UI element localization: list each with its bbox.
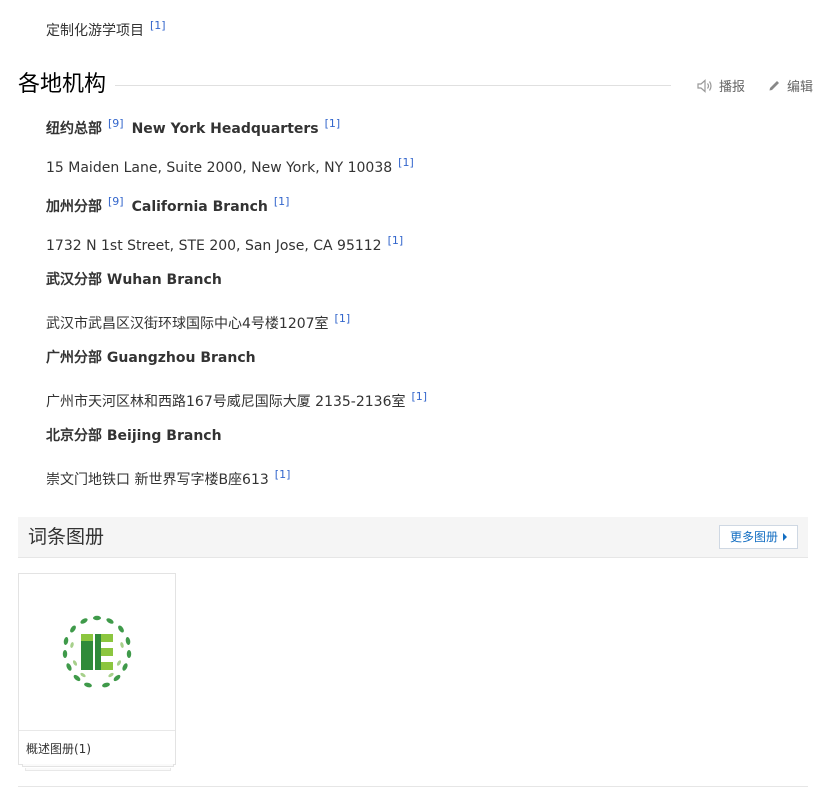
office-address-california: 1732 N 1st Street, STE 200, San Jose, CA… xyxy=(46,232,403,255)
citation-ref[interactable]: [1] xyxy=(325,117,341,130)
pencil-icon xyxy=(769,81,779,91)
citation-ref[interactable]: [9] xyxy=(108,117,124,130)
album-stack-edge xyxy=(25,768,171,771)
office-address-wuhan: 武汉市武昌区汉街环球国际中心4号楼1207室 [1] xyxy=(46,310,350,333)
office-name-newyork: 纽约总部 [9] New York Headquarters [1] xyxy=(46,115,340,138)
listen-label: 播报 xyxy=(719,80,746,95)
bottom-divider xyxy=(18,786,808,787)
office-name-cn: 加州分部 xyxy=(46,199,102,215)
citation-ref[interactable]: [1] xyxy=(274,195,290,208)
office-address-newyork: 15 Maiden Lane, Suite 2000, New York, NY… xyxy=(46,154,414,177)
more-albums-label: 更多图册 xyxy=(729,530,778,544)
office-name: 武汉分部 Wuhan Branch xyxy=(46,272,222,288)
citation-ref[interactable]: [1] xyxy=(411,390,427,403)
caret-right-icon xyxy=(783,533,787,541)
citation-ref[interactable]: [1] xyxy=(150,19,166,32)
album-title: 词条图册 xyxy=(28,526,105,548)
citation-ref[interactable]: [9] xyxy=(108,195,124,208)
album-card-caption: 概述图册(1) xyxy=(19,730,175,764)
listen-button[interactable]: 播报 xyxy=(697,76,745,95)
office-address-beijing: 崇文门地铁口 新世界写字楼B座613 [1] xyxy=(46,466,290,489)
office-name-en: California Branch xyxy=(131,199,268,215)
office-name: 广州分部 Guangzhou Branch xyxy=(46,350,256,366)
speaker-icon xyxy=(697,78,712,93)
edit-label: 编辑 xyxy=(787,80,814,95)
citation-ref[interactable]: [1] xyxy=(398,156,414,169)
album-header: 词条图册 更多图册 xyxy=(18,517,808,558)
citation-ref[interactable]: [1] xyxy=(275,468,291,481)
office-name-california: 加州分部 [9] California Branch [1] xyxy=(46,193,289,216)
album-card[interactable]: 概述图册(1) xyxy=(18,573,176,765)
office-name-wuhan: 武汉分部 Wuhan Branch xyxy=(46,271,222,289)
address-text: 15 Maiden Lane, Suite 2000, New York, NY… xyxy=(46,160,393,176)
laurel-logo-icon xyxy=(62,615,132,688)
intro-item: 定制化游学项目 [1] xyxy=(46,17,166,40)
office-address-guangzhou: 广州市天河区林和西路167号威尼国际大厦 2135-2136室 [1] xyxy=(46,388,427,411)
address-text: 1732 N 1st Street, STE 200, San Jose, CA… xyxy=(46,238,382,254)
section-divider xyxy=(115,85,671,86)
album-card-caption-text: 概述图册(1) xyxy=(26,742,91,756)
office-name-beijing: 北京分部 Beijing Branch xyxy=(46,427,222,445)
intro-item-text: 定制化游学项目 xyxy=(46,23,144,39)
office-name-guangzhou: 广州分部 Guangzhou Branch xyxy=(46,349,256,367)
address-text: 崇文门地铁口 新世界写字楼B座613 xyxy=(46,472,269,488)
album-stack-edge xyxy=(22,764,174,767)
citation-ref[interactable]: [1] xyxy=(388,234,404,247)
office-name-en: New York Headquarters xyxy=(131,121,319,137)
address-text: 武汉市武昌区汉街环球国际中心4号楼1207室 xyxy=(46,316,329,332)
section-title: 各地机构 xyxy=(18,72,107,97)
album-thumbnail xyxy=(19,574,175,730)
address-text: 广州市天河区林和西路167号威尼国际大厦 2135-2136室 xyxy=(46,394,406,410)
edit-button[interactable]: 编辑 xyxy=(768,76,813,95)
office-name-cn: 纽约总部 xyxy=(46,121,102,137)
more-albums-button[interactable]: 更多图册 xyxy=(718,525,798,549)
citation-ref[interactable]: [1] xyxy=(335,312,351,325)
office-name: 北京分部 Beijing Branch xyxy=(46,428,222,444)
